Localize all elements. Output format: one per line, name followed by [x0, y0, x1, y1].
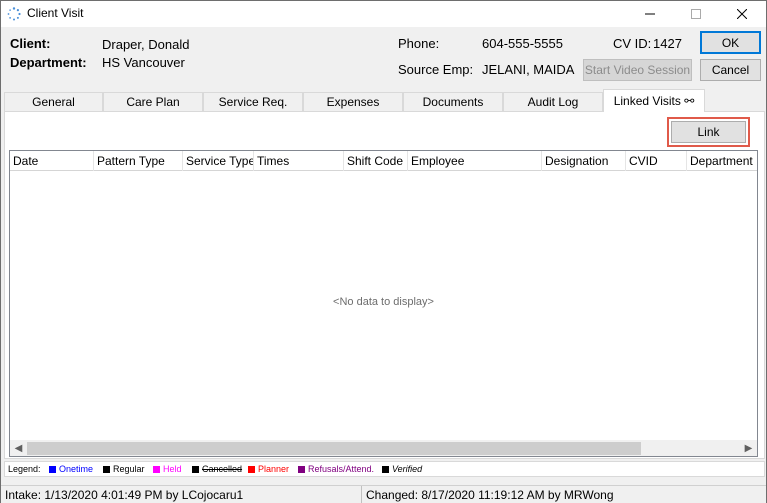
column-header-service-type[interactable]: Service Type — [183, 151, 254, 171]
legend-label: Held — [163, 464, 182, 474]
legend-item-cancelled: Cancelled — [192, 464, 242, 474]
no-data-message: <No data to display> — [333, 296, 434, 308]
maximize-button[interactable] — [673, 1, 719, 27]
minimize-icon — [645, 13, 655, 15]
legend-swatch — [49, 465, 56, 473]
tab-expenses[interactable]: Expenses — [303, 92, 403, 111]
column-header-date[interactable]: Date — [10, 151, 94, 171]
grid-header: Date Pattern Type Service Type Times Shi… — [10, 151, 757, 171]
tab-linked-visits[interactable]: Linked Visits ⚯ — [603, 89, 705, 112]
legend-item-regular: Regular — [103, 464, 145, 474]
tab-strip: General Care Plan Service Req. Expenses … — [4, 89, 765, 112]
start-video-session-button[interactable]: Start Video Session — [583, 59, 692, 81]
source-emp-value: JELANI, MAIDA — [482, 62, 575, 77]
legend-swatch — [298, 465, 305, 473]
close-icon — [737, 9, 747, 19]
status-bar: Intake: 1/13/2020 4:01:49 PM by LCojocar… — [1, 485, 766, 503]
legend-item-planner: Planner — [248, 464, 289, 474]
legend-bar: Legend: Onetime Regular Held Cancelled P… — [4, 461, 765, 477]
cancel-button[interactable]: Cancel — [700, 59, 761, 81]
column-header-shift-code[interactable]: Shift Code — [344, 151, 408, 171]
scrollbar-thumb[interactable] — [27, 442, 641, 455]
status-divider — [361, 486, 362, 503]
column-header-employee[interactable]: Employee — [408, 151, 542, 171]
cvid-label: CV ID: — [613, 36, 652, 51]
minimize-button[interactable] — [627, 1, 673, 27]
phone-label: Phone: — [398, 36, 440, 51]
department-value: HS Vancouver — [102, 55, 185, 70]
app-spinner-icon — [7, 7, 21, 21]
window-title: Client Visit — [27, 6, 84, 20]
maximize-icon — [691, 9, 701, 19]
phone-value: 604-555-5555 — [482, 36, 563, 51]
scroll-right-arrow-icon[interactable]: ▶ — [740, 440, 757, 456]
client-value: Draper, Donald — [102, 37, 190, 52]
legend-item-refusals-attend: Refusals/Attend. — [298, 464, 374, 474]
ok-button[interactable]: OK — [700, 31, 761, 54]
horizontal-scrollbar[interactable]: ◀ ▶ — [10, 440, 757, 456]
column-header-cvid[interactable]: CVID — [626, 151, 687, 171]
legend-title: Legend: — [8, 464, 41, 474]
department-label: Department: — [10, 55, 87, 70]
legend-label: Planner — [258, 464, 290, 474]
client-visit-window: Client Visit Client: Draper, Donald Depa… — [0, 0, 767, 503]
legend-swatch — [382, 465, 389, 473]
client-label: Client: — [10, 36, 51, 51]
legend-item-held: Held — [153, 464, 182, 474]
tab-service-req[interactable]: Service Req. — [203, 92, 303, 111]
link-button[interactable]: Link — [671, 121, 746, 143]
legend-label: Verified — [392, 464, 423, 474]
column-header-designation[interactable]: Designation — [542, 151, 626, 171]
legend-label: Cancelled — [202, 464, 243, 474]
cvid-value: 1427 — [653, 36, 682, 51]
legend-swatch — [103, 465, 110, 473]
legend-item-onetime: Onetime — [49, 464, 93, 474]
legend-swatch — [248, 465, 255, 473]
legend-swatch — [192, 465, 199, 473]
tab-care-plan[interactable]: Care Plan — [103, 92, 203, 111]
tab-documents[interactable]: Documents — [403, 92, 503, 111]
column-header-times[interactable]: Times — [254, 151, 344, 171]
linked-visits-grid[interactable]: Date Pattern Type Service Type Times Shi… — [9, 150, 758, 457]
tab-audit-log[interactable]: Audit Log — [503, 92, 603, 111]
scroll-left-arrow-icon[interactable]: ◀ — [10, 440, 27, 456]
column-header-department[interactable]: Department — [687, 151, 757, 171]
column-header-pattern-type[interactable]: Pattern Type — [94, 151, 183, 171]
legend-label: Onetime — [59, 464, 94, 474]
title-bar[interactable]: Client Visit — [1, 1, 766, 27]
intake-status: Intake: 1/13/2020 4:01:49 PM by LCojocar… — [5, 488, 244, 502]
tab-general[interactable]: General — [4, 92, 103, 111]
changed-status: Changed: 8/17/2020 11:19:12 AM by MRWong — [366, 488, 614, 502]
source-emp-label: Source Emp: — [398, 62, 474, 77]
legend-swatch — [153, 465, 160, 473]
legend-label: Regular — [113, 464, 145, 474]
legend-item-verified: Verified — [382, 464, 422, 474]
close-button[interactable] — [719, 1, 765, 27]
legend-label: Refusals/Attend. — [308, 464, 375, 474]
